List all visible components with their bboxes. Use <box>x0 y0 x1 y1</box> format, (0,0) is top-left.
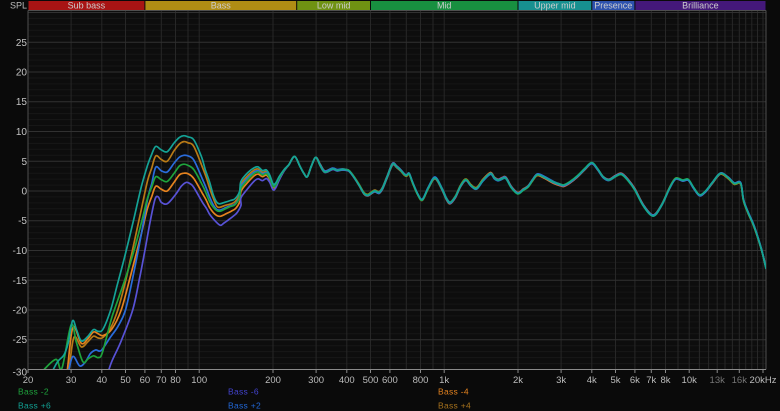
svg-text:10k: 10k <box>682 375 698 386</box>
svg-text:400: 400 <box>339 375 355 386</box>
svg-text:500: 500 <box>363 375 379 386</box>
svg-text:-20: -20 <box>13 306 28 317</box>
svg-text:Upper mid: Upper mid <box>534 1 576 11</box>
svg-text:30: 30 <box>66 375 77 386</box>
svg-text:-30: -30 <box>13 368 28 379</box>
svg-text:800: 800 <box>413 375 429 386</box>
svg-text:Mid: Mid <box>437 1 452 11</box>
svg-text:Low mid: Low mid <box>317 1 351 11</box>
svg-text:Bass +4: Bass +4 <box>438 401 471 411</box>
svg-text:Presence: Presence <box>594 1 632 11</box>
svg-text:16k: 16k <box>732 375 748 386</box>
svg-text:Bass -2: Bass -2 <box>18 387 49 397</box>
svg-text:-10: -10 <box>13 246 28 257</box>
svg-text:8k: 8k <box>660 375 670 386</box>
svg-text:0: 0 <box>21 187 27 198</box>
svg-text:Bass -6: Bass -6 <box>228 387 259 397</box>
svg-text:20: 20 <box>16 68 28 79</box>
svg-text:-5: -5 <box>18 216 27 227</box>
svg-text:SPL: SPL <box>10 1 27 11</box>
svg-text:25: 25 <box>16 38 28 49</box>
svg-text:13k: 13k <box>710 375 726 386</box>
svg-text:7k: 7k <box>646 375 656 386</box>
svg-text:50: 50 <box>120 375 131 386</box>
svg-text:15: 15 <box>16 97 28 108</box>
svg-text:Brilliance: Brilliance <box>682 1 719 11</box>
svg-text:5k: 5k <box>610 375 620 386</box>
svg-text:20kHz: 20kHz <box>750 375 777 386</box>
svg-text:Bass -4: Bass -4 <box>438 387 469 397</box>
svg-text:6k: 6k <box>630 375 640 386</box>
svg-text:60: 60 <box>140 375 151 386</box>
svg-text:3k: 3k <box>556 375 566 386</box>
svg-text:300: 300 <box>308 375 324 386</box>
svg-text:80: 80 <box>170 375 181 386</box>
svg-text:10: 10 <box>16 127 28 138</box>
svg-text:Bass +6: Bass +6 <box>18 401 51 411</box>
svg-text:1k: 1k <box>439 375 449 386</box>
svg-text:70: 70 <box>156 375 167 386</box>
svg-text:Sub bass: Sub bass <box>68 1 106 11</box>
svg-text:5: 5 <box>21 157 27 168</box>
svg-text:-25: -25 <box>13 335 28 346</box>
svg-text:Bass: Bass <box>211 1 232 11</box>
svg-text:4k: 4k <box>587 375 597 386</box>
svg-text:Bass +2: Bass +2 <box>228 401 261 411</box>
svg-text:40: 40 <box>97 375 108 386</box>
svg-text:2k: 2k <box>513 375 523 386</box>
svg-text:-15: -15 <box>13 276 28 287</box>
svg-text:100: 100 <box>191 375 207 386</box>
svg-text:200: 200 <box>265 375 281 386</box>
svg-text:600: 600 <box>382 375 398 386</box>
